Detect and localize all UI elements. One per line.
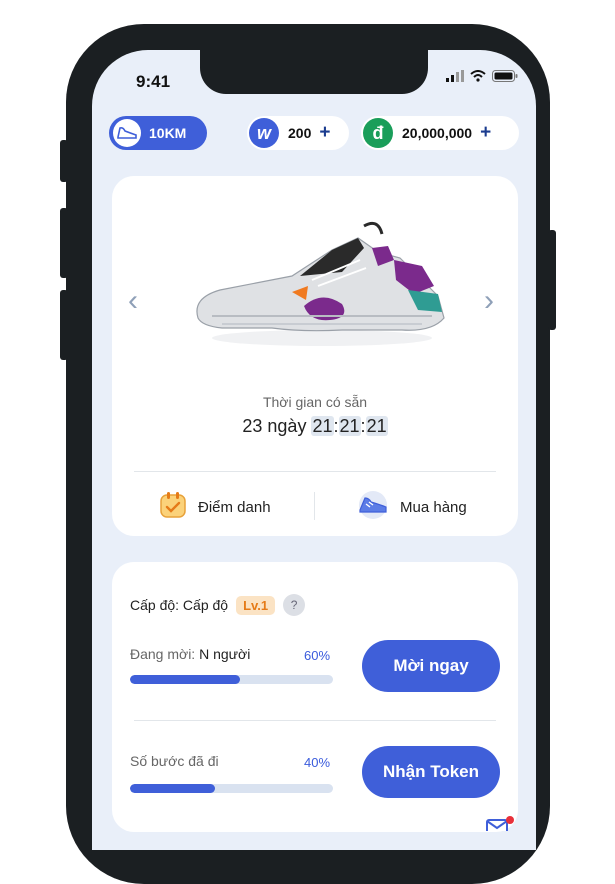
countdown-days: 23 ngày xyxy=(242,416,307,436)
side-button xyxy=(60,208,68,278)
countdown-separator: : xyxy=(333,416,339,436)
countdown-separator: : xyxy=(360,416,366,436)
countdown: 23 ngày 21:21:21 xyxy=(112,416,518,437)
steps-percent: 40% xyxy=(304,755,331,770)
token-d-value: 20,000,000 xyxy=(402,125,473,141)
side-button xyxy=(60,140,68,182)
calendar-check-icon xyxy=(158,490,188,524)
countdown-minutes: 21 xyxy=(338,416,361,436)
level-title: Cấp độ: Cấp độ Lv.1 ? xyxy=(130,594,306,616)
token-w-icon: w xyxy=(249,118,279,148)
invite-percent: 60% xyxy=(304,648,331,663)
buy-button[interactable]: Mua hàng xyxy=(356,490,467,524)
signal-icon xyxy=(446,70,464,82)
notch xyxy=(200,50,428,94)
token-d-icon: đ xyxy=(363,118,393,148)
distance-value: 10KM xyxy=(149,125,187,141)
running-shoe-icon xyxy=(113,119,141,147)
check-in-button[interactable]: Điểm danh xyxy=(158,490,271,524)
app-screen: 9:41 10KM w 200 + đ 20,000,000 + ‹ › Thờ… xyxy=(92,50,536,850)
invite-now-button[interactable]: Mời ngay xyxy=(362,640,500,692)
countdown-seconds: 21 xyxy=(365,416,388,436)
token-w-pill[interactable]: w 200 + xyxy=(247,116,349,150)
steps-label: Số bước đã đi xyxy=(130,753,219,769)
action-divider xyxy=(314,492,315,520)
steps-progress-fill xyxy=(130,784,216,793)
status-time: 9:41 xyxy=(136,72,171,91)
shoe-icon xyxy=(356,490,390,524)
invite-progress-bar xyxy=(130,675,333,684)
distance-pill[interactable]: 10KM xyxy=(109,116,207,150)
help-icon[interactable]: ? xyxy=(283,594,306,616)
status-icons xyxy=(446,70,518,82)
invite-task-label: Đang mời: N người xyxy=(130,646,250,662)
chevron-right-icon[interactable]: › xyxy=(484,286,494,316)
token-w-value: 200 xyxy=(288,125,312,141)
shoe-card: ‹ › Thời gian có sẵn 23 ngày 21:21:21 Đi… xyxy=(112,176,518,536)
invite-label: Đang mời: xyxy=(130,646,196,662)
token-d-pill[interactable]: đ 20,000,000 + xyxy=(361,116,519,150)
level-label: Cấp độ: Cấp độ xyxy=(130,597,229,613)
steps-progress-bar xyxy=(130,784,333,793)
level-badge: Lv.1 xyxy=(236,595,276,615)
steps-task-label: Số bước đã đi xyxy=(130,753,219,769)
check-in-label: Điểm danh xyxy=(198,498,271,516)
invite-value: N người xyxy=(199,646,251,662)
card-divider xyxy=(134,471,496,472)
claim-token-button[interactable]: Nhận Token xyxy=(362,746,500,798)
level-divider xyxy=(134,720,496,721)
chevron-left-icon[interactable]: ‹ xyxy=(128,286,138,316)
shoe-image xyxy=(196,221,445,346)
side-button xyxy=(60,290,68,360)
add-token-d-button[interactable]: + xyxy=(480,122,491,144)
wifi-icon xyxy=(470,70,486,82)
add-token-w-button[interactable]: + xyxy=(319,122,330,144)
invite-progress-fill xyxy=(130,675,240,684)
level-card: Cấp độ: Cấp độ Lv.1 ? Đang mời: N người … xyxy=(112,562,518,832)
side-button xyxy=(548,230,556,330)
available-time-label: Thời gian có sẵn xyxy=(262,394,368,410)
buy-label: Mua hàng xyxy=(400,498,467,516)
battery-icon xyxy=(492,70,518,82)
countdown-hours: 21 xyxy=(311,416,334,436)
mail-icon[interactable] xyxy=(485,816,515,836)
